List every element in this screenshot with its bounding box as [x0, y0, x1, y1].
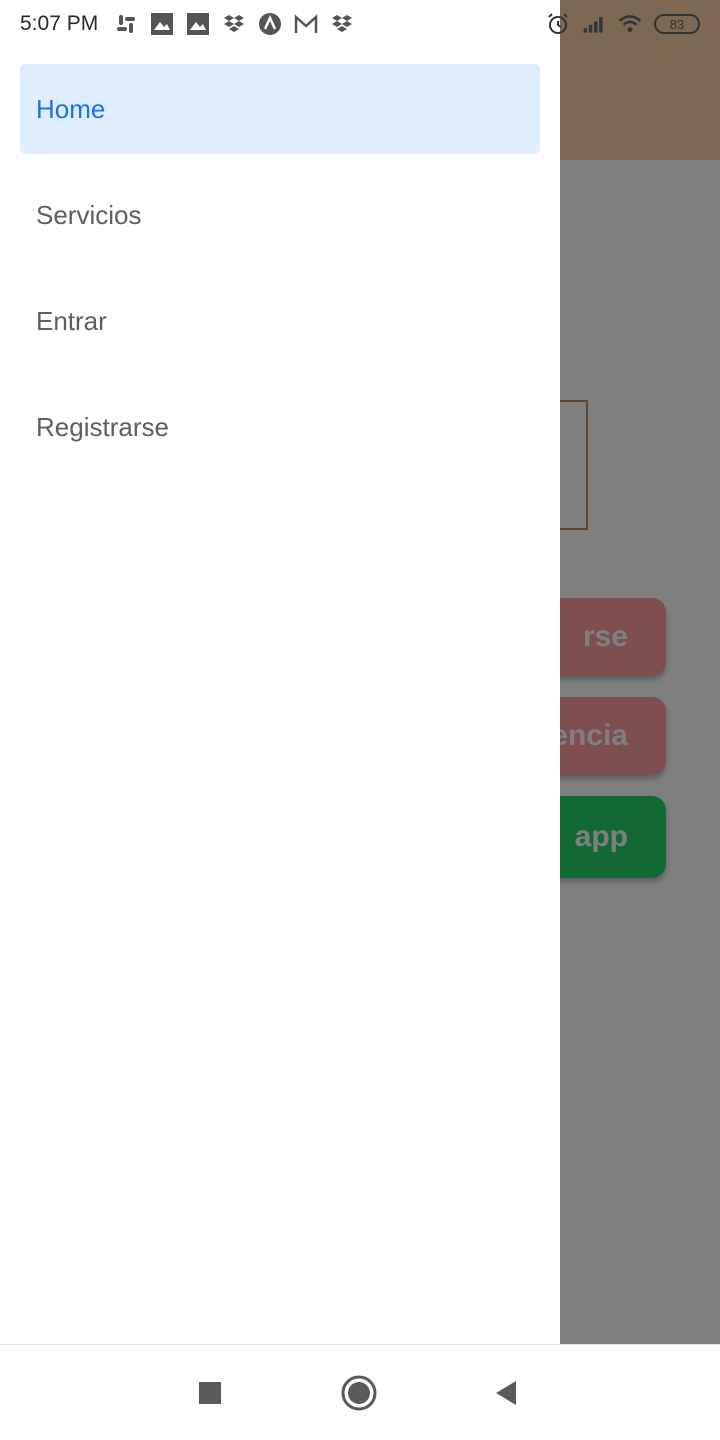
status-bar: 5:07 PM 83	[0, 0, 720, 48]
drawer-item-home[interactable]: Home	[20, 64, 540, 154]
navigation-drawer: Home Servicios Entrar Registrarse	[0, 0, 560, 1344]
status-time: 5:07 PM	[20, 12, 99, 35]
status-right: 83	[546, 0, 700, 48]
photo-icon	[186, 12, 210, 36]
back-icon[interactable]	[488, 1375, 524, 1411]
arc-icon	[258, 12, 282, 36]
signal-icon	[582, 12, 606, 36]
dropbox-icon	[330, 12, 354, 36]
status-left: 5:07 PM	[20, 0, 354, 48]
navigation-bar	[0, 1344, 720, 1440]
alarm-icon	[546, 12, 570, 36]
battery-indicator: 83	[654, 14, 700, 34]
recents-icon[interactable]	[192, 1375, 228, 1411]
gmail-icon	[294, 12, 318, 36]
wifi-icon	[618, 12, 642, 36]
drawer-menu: Home Servicios Entrar Registrarse	[20, 64, 540, 488]
drawer-item-servicios[interactable]: Servicios	[20, 170, 540, 260]
dropbox-icon	[222, 12, 246, 36]
slack-icon	[114, 12, 138, 36]
drawer-item-registrarse[interactable]: Registrarse	[20, 382, 540, 472]
drawer-item-entrar[interactable]: Entrar	[20, 276, 540, 366]
home-icon[interactable]	[341, 1375, 377, 1411]
photo-icon	[150, 12, 174, 36]
